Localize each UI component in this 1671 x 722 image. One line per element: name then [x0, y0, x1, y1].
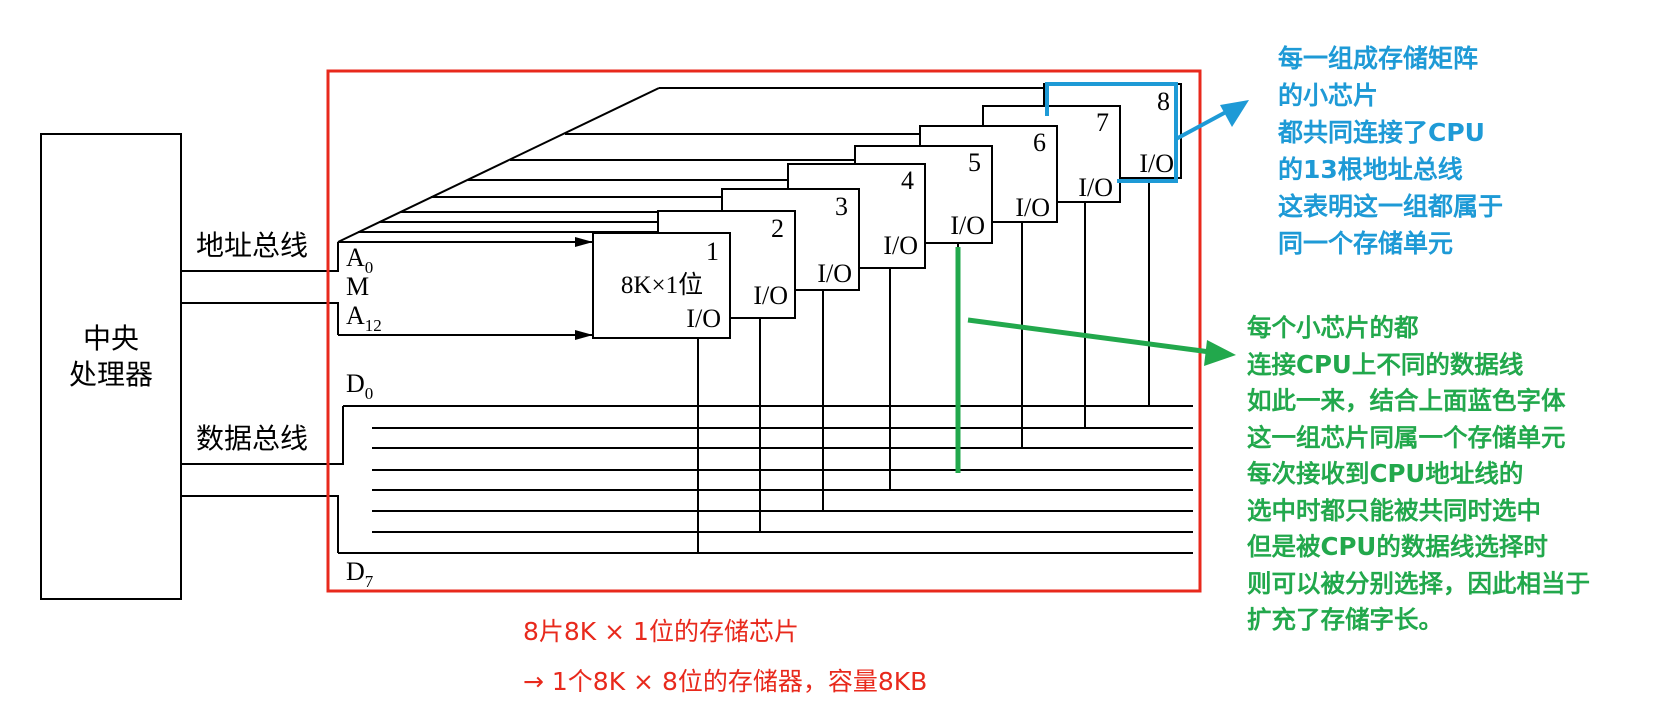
green-note-line: 扩充了存储字长。 — [1247, 605, 1443, 634]
data-line-labels: D0 D7 — [346, 369, 374, 591]
caption-line-2: → 1个8K × 8位的存储器，容量8KB — [523, 667, 928, 696]
blue-note-line: 的13根地址总线 — [1278, 155, 1463, 184]
chip-8-io: I/O — [1139, 149, 1174, 178]
data-lines — [338, 405, 1193, 554]
chip-1-io: I/O — [686, 304, 721, 333]
green-note-line: 如此一来，结合上面蓝色字体 — [1247, 386, 1566, 415]
address-a12-label: A12 — [346, 301, 382, 335]
data-d7-label: D7 — [346, 557, 374, 591]
green-arrow-head — [1204, 340, 1236, 366]
green-note-line: 选中时都只能被共同时选中 — [1247, 495, 1541, 525]
green-note-line: 连接CPU上不同的数据线 — [1247, 349, 1524, 379]
blue-annotation-text: 每一组成存储矩阵 的小芯片 都共同连接了CPU 的13根地址总线 这表明这一组都… — [1278, 40, 1503, 262]
chip-8-number: 8 — [1157, 87, 1170, 116]
chip-2-io: I/O — [753, 281, 788, 310]
chip-2-number: 2 — [771, 214, 784, 243]
memory-chips — [592, 83, 1182, 339]
chip-1-number: 1 — [706, 237, 719, 266]
chip-6-number: 6 — [1033, 128, 1046, 157]
green-annotation-text: 每个小芯片的都 连接CPU上不同的数据线 如此一来，结合上面蓝色字体 这一组芯片… — [1247, 310, 1590, 639]
chip-7-io: I/O — [1078, 173, 1113, 202]
green-note-line: 这一组芯片同属一个存储单元 — [1247, 422, 1566, 452]
cpu-label-line2: 处理器 — [69, 358, 153, 391]
blue-note-line: 都共同连接了CPU — [1278, 118, 1485, 147]
address-line-labels: A0 M A12 — [346, 243, 382, 335]
chip-5-io: I/O — [950, 211, 985, 240]
green-note-line: 则可以被分别选择，因此相当于 — [1247, 568, 1590, 598]
chip-3-number: 3 — [835, 192, 848, 221]
data-bus-label: 数据总线 — [196, 422, 308, 455]
blue-note-line: 同一个存储单元 — [1278, 229, 1454, 258]
address-m-label: M — [346, 272, 369, 301]
green-note-line: 每次接收到CPU地址线的 — [1247, 459, 1524, 488]
address-bus-label: 地址总线 — [196, 229, 308, 262]
chip-4-io: I/O — [883, 231, 918, 260]
blue-note-line: 每一组成存储矩阵 — [1278, 44, 1479, 73]
chip-6-io: I/O — [1015, 193, 1050, 222]
cpu-label-line1: 中央 — [83, 322, 139, 355]
green-note-line: 每个小芯片的都 — [1247, 313, 1419, 342]
blue-note-line: 这表明这一组都属于 — [1278, 192, 1504, 221]
chip-1-size: 8K×1位 — [621, 271, 703, 299]
chip-7-number: 7 — [1096, 108, 1109, 137]
blue-note-line: 的小芯片 — [1278, 81, 1379, 110]
chip-4-number: 4 — [901, 166, 914, 195]
chip-3-io: I/O — [817, 259, 852, 288]
caption-line-1: 8片8K × 1位的存储芯片 — [523, 617, 799, 646]
green-note-line: 但是被CPU的数据线选择时 — [1247, 532, 1548, 561]
data-d0-label: D0 — [346, 369, 373, 403]
chip-5-number: 5 — [968, 148, 981, 177]
